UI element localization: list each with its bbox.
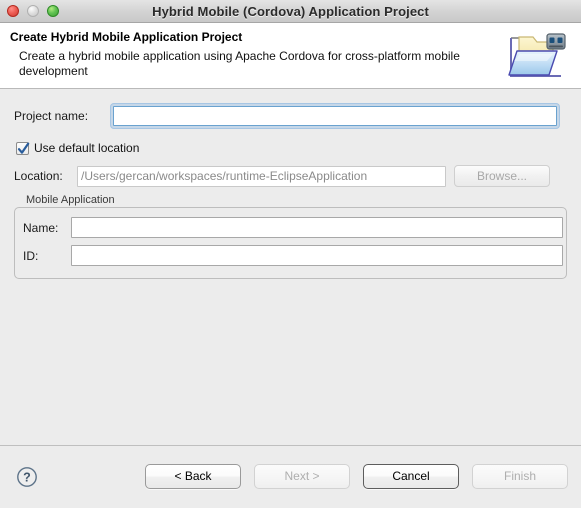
dialog-button-bar: < Back Next > Cancel Finish (145, 464, 568, 489)
wizard-dialog-window: Hybrid Mobile (Cordova) Application Proj… (0, 0, 581, 508)
wizard-body: Project name: Use default location Locat… (0, 89, 581, 445)
page-description: Create a hybrid mobile application using… (19, 49, 460, 78)
use-default-location-label: Use default location (34, 141, 140, 155)
next-button: Next > (254, 464, 350, 489)
mobile-application-group-title: Mobile Application (22, 194, 119, 206)
new-mobile-project-folder-icon (508, 33, 566, 77)
page-title: Create Hybrid Mobile Application Project (10, 30, 243, 44)
location-input (77, 165, 446, 187)
app-id-row: ID: (23, 245, 563, 266)
wizard-footer: ? < Back Next > Cancel Finish (0, 445, 581, 508)
app-id-input[interactable] (71, 245, 563, 266)
svg-text:?: ? (23, 471, 31, 485)
wizard-header: Create Hybrid Mobile Application Project… (0, 23, 581, 89)
project-name-focus-ring (110, 103, 560, 129)
zoom-window-button[interactable] (47, 5, 59, 17)
window-title: Hybrid Mobile (Cordova) Application Proj… (152, 3, 429, 19)
browse-button: Browse... (454, 165, 550, 187)
use-default-location-checkbox[interactable] (16, 141, 30, 155)
minimize-window-button (27, 5, 39, 17)
close-window-button[interactable] (7, 5, 19, 17)
project-name-row: Project name: (14, 103, 560, 129)
window-title-bar: Hybrid Mobile (Cordova) Application Proj… (0, 0, 581, 23)
use-default-location-row[interactable]: Use default location (16, 141, 139, 155)
finish-button: Finish (472, 464, 568, 489)
location-row: Location: Browse... (14, 165, 550, 187)
location-label: Location: (14, 169, 63, 183)
app-name-input[interactable] (71, 217, 563, 238)
app-id-label: ID: (23, 248, 39, 263)
project-name-input[interactable] (113, 106, 557, 126)
help-question-icon[interactable]: ? (16, 466, 38, 488)
app-name-label: Name: (23, 220, 59, 235)
cancel-button[interactable]: Cancel (363, 464, 459, 489)
back-button[interactable]: < Back (145, 464, 241, 489)
window-controls (7, 5, 59, 17)
project-name-label: Project name: (14, 109, 89, 123)
app-name-row: Name: (23, 217, 563, 238)
